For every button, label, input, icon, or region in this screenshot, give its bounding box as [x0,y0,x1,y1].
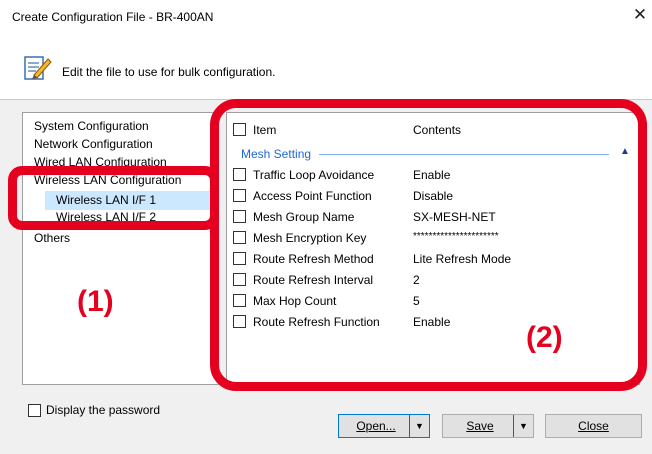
row-item-label: Mesh Group Name [253,210,355,224]
row-contents: ********************** [413,231,499,242]
open-button-label: Open... [356,419,396,433]
row-item-label: Max Hop Count [253,294,337,308]
list-item[interactable]: Mesh Encryption Key ********************… [227,228,639,249]
close-button[interactable]: Close [545,414,642,438]
row-contents: Enable [413,315,451,329]
row-checkbox[interactable] [233,252,246,265]
list-item[interactable]: Route Refresh Method Lite Refresh Mode [227,249,639,270]
row-item-label: Mesh Encryption Key [253,231,367,245]
tree-item-wireless-lan-if-2[interactable]: Wireless LAN I/F 2 [56,210,156,224]
row-checkbox[interactable] [233,231,246,244]
list-item[interactable]: Route Refresh Function Enable [227,312,639,333]
list-item[interactable]: Traffic Loop Avoidance Enable [227,165,639,186]
row-contents: 2 [413,273,420,287]
group-divider [319,154,609,155]
row-item-label: Route Refresh Function [253,315,380,329]
header-instruction: Edit the file to use for bulk configurat… [62,65,276,79]
collapse-chevron-icon[interactable]: ▲ [620,146,630,157]
dialog-header: Edit the file to use for bulk configurat… [0,40,652,100]
list-item[interactable]: Max Hop Count 5 [227,291,639,312]
list-item[interactable]: Mesh Group Name SX-MESH-NET [227,207,639,228]
save-dropdown-arrow-icon[interactable]: ▼ [519,415,528,437]
group-label-mesh-setting: Mesh Setting [241,147,312,161]
display-password-label[interactable]: Display the password [46,403,160,417]
tree-item-network-configuration[interactable]: Network Configuration [34,137,153,151]
row-item-label: Route Refresh Interval [253,273,374,287]
save-button-divider [513,415,514,437]
row-checkbox[interactable] [233,273,246,286]
settings-list[interactable]: Item Contents Mesh Setting ▲ Traffic Loo… [226,112,640,385]
window-title: Create Configuration File - BR-400AN [12,10,214,24]
close-window-icon[interactable]: ✕ [630,4,650,26]
row-checkbox[interactable] [233,315,246,328]
save-button-label: Save [466,419,494,433]
save-button[interactable]: Save ▼ [442,414,534,438]
edit-document-icon [24,56,52,80]
select-all-checkbox[interactable] [233,123,246,136]
row-contents: Disable [413,189,454,203]
open-button-divider [409,415,410,437]
row-item-label: Traffic Loop Avoidance [253,168,375,182]
row-contents: Lite Refresh Mode [413,252,512,266]
tree-item-wired-lan-configuration[interactable]: Wired LAN Configuration [34,155,167,169]
list-header: Item Contents [227,113,639,143]
list-item[interactable]: Route Refresh Interval 2 [227,270,639,291]
row-checkbox[interactable] [233,210,246,223]
row-checkbox[interactable] [233,189,246,202]
row-checkbox[interactable] [233,294,246,307]
row-item-label: Route Refresh Method [253,252,374,266]
row-contents: SX-MESH-NET [413,210,496,224]
tree-item-system-configuration[interactable]: System Configuration [34,119,149,133]
annotation-label-2: (2) [526,321,563,354]
tree-item-wireless-lan-if-1[interactable]: Wireless LAN I/F 1 [45,191,217,210]
open-button[interactable]: Open... ▼ [338,414,430,438]
annotation-label-1: (1) [77,285,114,318]
row-checkbox[interactable] [233,168,246,181]
tree-item-others[interactable]: Others [34,231,70,245]
title-bar: Create Configuration File - BR-400AN ✕ [0,0,652,40]
column-header-item[interactable]: Item [253,123,276,137]
display-password-checkbox[interactable] [28,404,41,417]
list-item[interactable]: Access Point Function Disable [227,186,639,207]
row-item-label: Access Point Function [253,189,372,203]
configuration-tree[interactable]: System Configuration Network Configurati… [22,112,219,385]
tree-item-wireless-lan-configuration[interactable]: Wireless LAN Configuration [34,173,181,187]
column-header-contents[interactable]: Contents [413,123,461,137]
row-contents: 5 [413,294,420,308]
row-contents: Enable [413,168,451,182]
open-dropdown-arrow-icon[interactable]: ▼ [415,415,424,437]
